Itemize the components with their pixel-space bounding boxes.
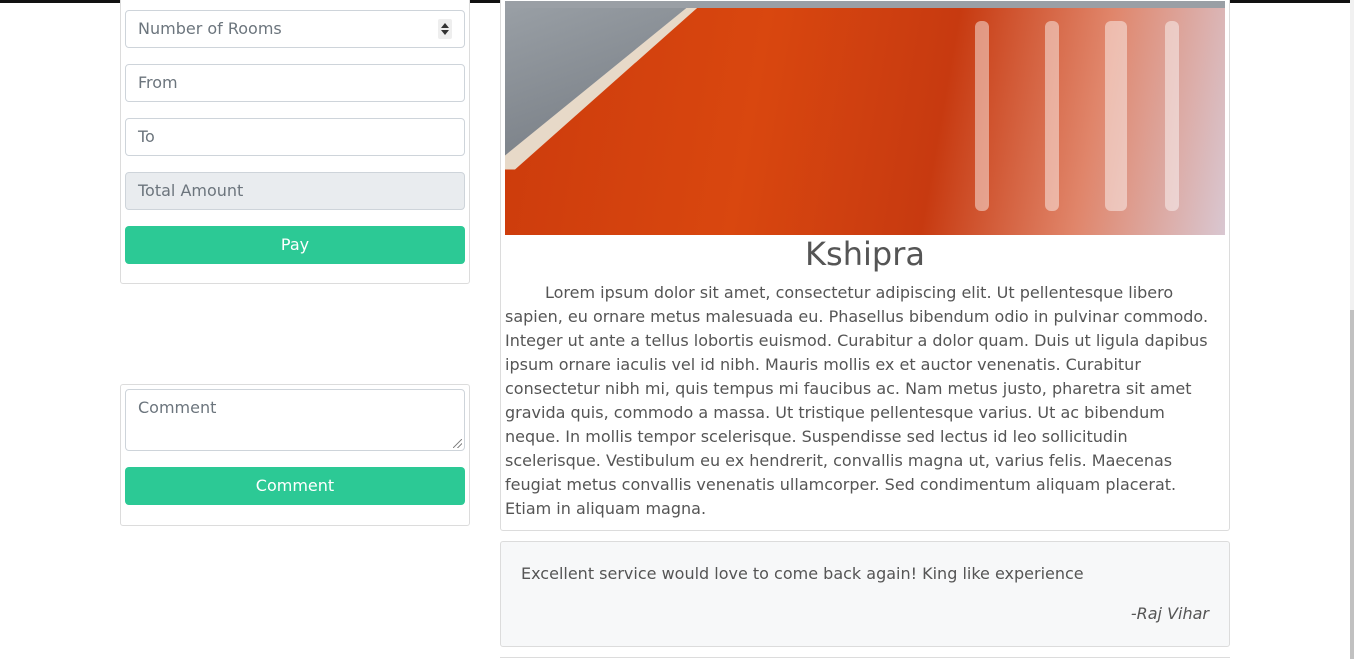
review-card: Excellent service would love to come bac… <box>500 541 1230 647</box>
hotel-card: Kshipra Lorem ipsum dolor sit amet, cons… <box>500 0 1230 531</box>
from-date-input[interactable]: From <box>125 64 465 102</box>
pool-top-edge <box>505 1 1225 8</box>
reflection <box>1105 21 1127 211</box>
rooms-placeholder: Number of Rooms <box>138 19 282 38</box>
to-date-input[interactable]: To <box>125 118 465 156</box>
review-author: -Raj Vihar <box>1130 604 1209 623</box>
comment-button[interactable]: Comment <box>125 467 465 505</box>
rooms-input[interactable]: Number of Rooms <box>125 10 465 48</box>
from-placeholder: From <box>138 73 178 92</box>
reflection <box>1045 21 1059 211</box>
comment-placeholder: Comment <box>138 398 217 417</box>
reflection <box>1165 21 1179 211</box>
increment-icon[interactable] <box>441 23 449 28</box>
comment-textarea[interactable]: Comment <box>125 389 465 451</box>
resize-handle-icon[interactable] <box>453 439 462 448</box>
hotel-pool-image <box>505 1 1225 235</box>
reflection <box>975 21 989 211</box>
decrement-icon[interactable] <box>441 30 449 35</box>
hotel-description: Lorem ipsum dolor sit amet, consectetur … <box>505 283 1209 518</box>
scrollbar-thumb[interactable] <box>1350 310 1354 659</box>
number-spinner[interactable] <box>438 19 452 39</box>
pool-deck <box>505 1 695 165</box>
booking-card: Number of Rooms From To Total Amount Pay <box>120 0 470 284</box>
total-placeholder: Total Amount <box>138 181 244 200</box>
review-text: Excellent service would love to come bac… <box>521 564 1084 583</box>
total-amount-field: Total Amount <box>125 172 465 210</box>
hotel-name: Kshipra <box>805 235 925 273</box>
pay-button[interactable]: Pay <box>125 226 465 264</box>
to-placeholder: To <box>138 127 155 146</box>
comment-card: Comment Comment <box>120 384 470 526</box>
